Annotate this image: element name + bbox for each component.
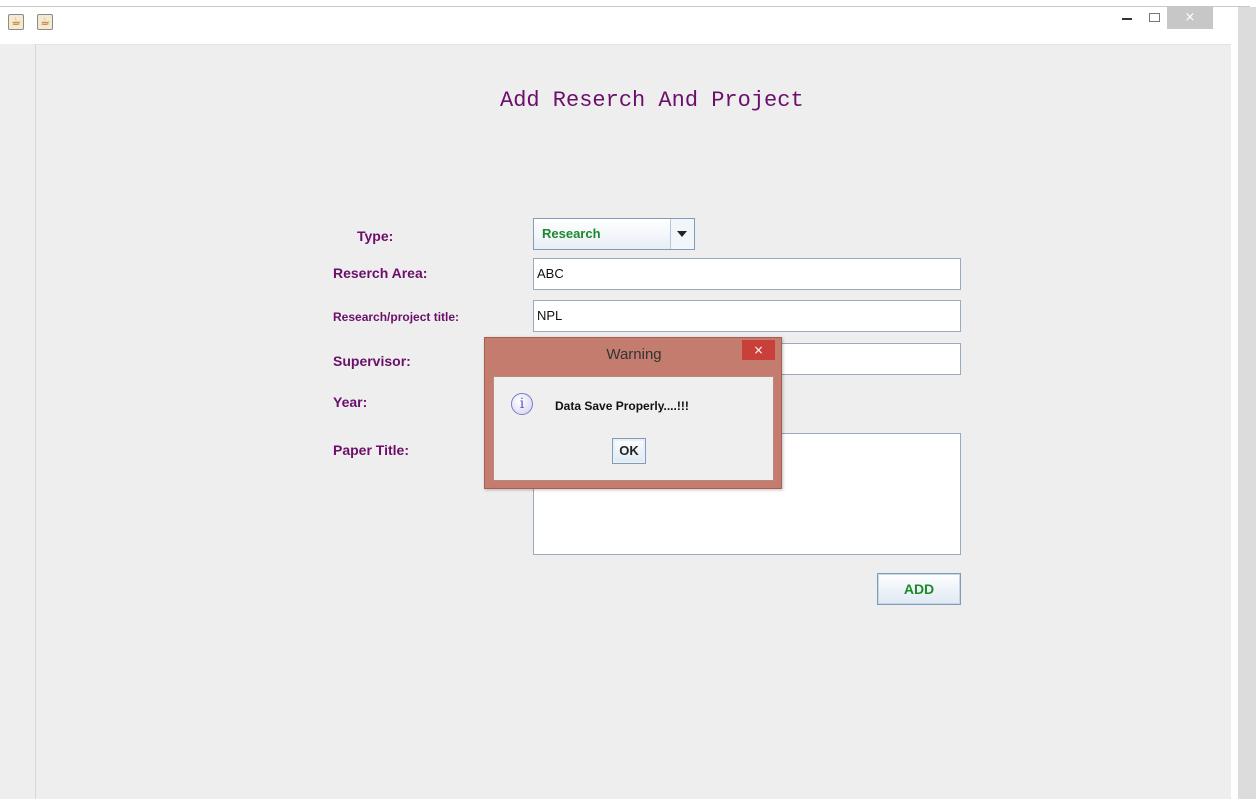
java-app-icon[interactable]: ☕ [8, 14, 24, 30]
warning-dialog: Warning × i Data Save Properly....!!! OK [484, 337, 782, 489]
dialog-message: Data Save Properly....!!! [555, 399, 689, 413]
type-dropdown[interactable]: Research [533, 218, 695, 250]
dialog-title: Warning [606, 346, 662, 363]
java-app-icon[interactable]: ☕ [37, 14, 53, 30]
add-button[interactable]: ADD [877, 573, 961, 605]
close-icon[interactable]: × [742, 340, 775, 360]
title-bar-divider [0, 6, 1250, 7]
research-area-label: Reserch Area: [333, 265, 428, 281]
maximize-icon[interactable] [1149, 13, 1160, 22]
supervisor-label: Supervisor: [333, 353, 411, 369]
research-area-input[interactable]: ABC [533, 258, 961, 290]
type-label: Type: [357, 228, 394, 244]
project-title-input[interactable]: NPL [533, 300, 961, 332]
type-dropdown-button[interactable] [670, 219, 694, 249]
year-label: Year: [333, 394, 368, 410]
project-title-label: Research/project title: [333, 310, 460, 324]
paper-title-label: Paper Title: [333, 442, 409, 458]
scrollbar[interactable] [1238, 7, 1256, 799]
dropdown-arrow-icon [677, 231, 687, 237]
close-icon[interactable]: × [1167, 7, 1213, 29]
minimize-icon[interactable] [1122, 18, 1132, 20]
dialog-body: i Data Save Properly....!!! OK [493, 376, 774, 481]
left-margin [0, 44, 35, 799]
info-icon: i [511, 393, 533, 415]
ok-button[interactable]: OK [612, 438, 646, 464]
type-dropdown-value: Research [542, 226, 601, 241]
page-title: Add Reserch And Project [500, 88, 804, 113]
